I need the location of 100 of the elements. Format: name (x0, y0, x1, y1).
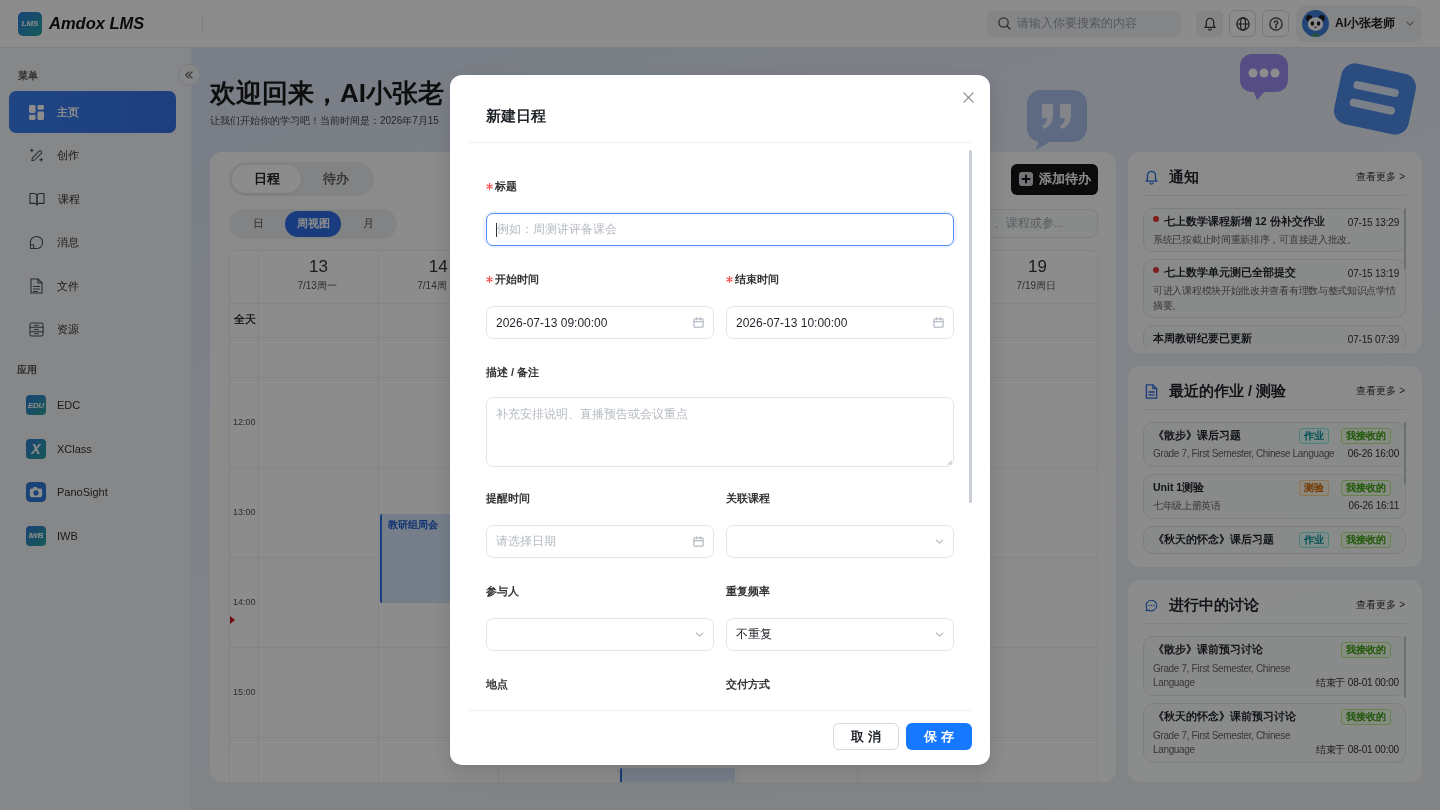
card-time: 07-15 07:39 (1347, 333, 1399, 345)
view-tab[interactable]: 月 (341, 210, 395, 237)
section-label: 应用 (17, 363, 37, 377)
language-button[interactable] (1229, 10, 1256, 37)
camera-icon (26, 482, 46, 502)
welcome-title: 欢迎回来，AI小张老 (210, 77, 444, 109)
nav-item[interactable]: IWB IWB (9, 514, 176, 557)
card-time: 结束于 08-01 00:00 (1315, 743, 1399, 757)
day-number: 14 (428, 256, 448, 277)
card-time: 07-15 13:19 (1347, 267, 1399, 279)
card-title: 本周教研纪要已更新 (1153, 332, 1253, 346)
chevron-down-icon (935, 632, 944, 637)
day-number: 19 (1028, 256, 1047, 277)
nav-item[interactable]: 消息 (9, 221, 176, 264)
search-icon (998, 17, 1011, 30)
time-label: 15:00 (232, 687, 256, 697)
nav-item[interactable]: 文件 (9, 265, 176, 307)
collapse-sidebar-button[interactable] (178, 64, 200, 86)
assignment-card[interactable]: 《秋天的怀念》课后习题 作业 我接收的 (1143, 526, 1406, 554)
assignment-card[interactable]: 《散步》课后习题 作业 我接收的 Grade 7, First Semester, Chinese Language 06-26 16:00 (1143, 422, 1406, 467)
day-number: 13 (308, 256, 328, 277)
time-label: 14:00 (232, 597, 256, 607)
nav-item[interactable]: 主页 (9, 91, 176, 133)
plus-icon (1018, 172, 1033, 186)
select-field[interactable]: 不重复 (726, 618, 954, 651)
tag: 测验 (1299, 480, 1329, 496)
nav-item[interactable]: 资源 (9, 308, 176, 351)
bell-icon (1145, 169, 1158, 185)
cancel-button[interactable]: 取 消 (833, 723, 899, 750)
app-logo: IWB (26, 525, 46, 546)
add-todo-button[interactable]: 添加待办 (1011, 163, 1098, 195)
discussion-card[interactable]: 《秋天的怀念》课前预习讨论 我接收的 Grade 7, First Semester, Chinese Language 结束于 08-01 00:00 (1143, 703, 1406, 763)
view-more-link[interactable]: 查看更多 > (1356, 384, 1406, 398)
card-time: 06-26 16:11 (1348, 499, 1399, 513)
tag: 我接收的 (1341, 642, 1391, 658)
chat-dots-icon (1145, 597, 1158, 613)
help-button[interactable] (1262, 10, 1289, 37)
scrollbar-thumb[interactable] (969, 150, 972, 503)
field-label: 结束时间 (735, 271, 779, 287)
tag: 作业 (1299, 532, 1329, 548)
field-label: 重复频率 (726, 583, 770, 599)
field-label: 提醒时间 (486, 490, 530, 506)
select-field[interactable] (726, 525, 954, 558)
app-logo: X (26, 438, 46, 459)
card-title: 七上数学单元测已全部提交 (1164, 266, 1297, 280)
view-tab[interactable]: 周视图 (285, 210, 341, 237)
nav-item[interactable]: 课程 (9, 178, 176, 220)
tab[interactable]: 日程 (232, 165, 301, 193)
pen-sparkle-icon (29, 148, 44, 163)
book-icon (29, 192, 45, 206)
save-button[interactable]: 保 存 (906, 723, 972, 750)
resize-handle-icon (947, 460, 952, 465)
calendar-icon (933, 317, 944, 328)
chevron-down-icon (935, 539, 944, 544)
panel-title: 最近的作业 / 测验 (1169, 381, 1287, 401)
field-label: 描述 / 备注 (486, 364, 540, 380)
cabinet-icon (29, 322, 44, 337)
tab[interactable]: 待办 (301, 165, 370, 193)
card-text: Grade 7, First Semester, Chinese Language (1153, 447, 1335, 461)
section-label: 菜单 (18, 69, 38, 83)
nav-item[interactable]: X XClass (9, 427, 176, 470)
dashboard-icon (29, 104, 44, 120)
user-menu[interactable]: AI小张老师 (1296, 5, 1422, 42)
tag: 我接收的 (1341, 532, 1391, 548)
day-label: 7/14周 (417, 279, 448, 292)
notice-card[interactable]: 七上数学单元测已全部提交 07-15 13:19 可进入课程模块开始批改并查看有理数与整式知识点学情摘要。 (1143, 259, 1406, 318)
nav-item[interactable]: EDU EDC (9, 384, 176, 426)
day-label: 7/19周日 (1016, 279, 1058, 292)
card-text: 可进入课程模块开始批改并查看有理数与整式知识点学情摘要。 (1153, 284, 1397, 313)
double-chevron-left-icon (185, 71, 193, 79)
time-label: 12:00 (232, 417, 256, 427)
calendar-icon (693, 536, 704, 547)
tag: 我接收的 (1341, 428, 1391, 444)
panel-title: 通知 (1169, 167, 1199, 187)
discussion-card[interactable]: 《散步》课前预习讨论 我接收的 Grade 7, First Semester, Chinese Language 结束于 08-01 00:00 (1143, 636, 1406, 696)
card-title: 七上数学课程新增 12 份补交作业 (1164, 215, 1326, 229)
field-label: 地点 (486, 676, 508, 692)
notice-card[interactable]: 七上数学课程新增 12 份补交作业 07-15 13:29 系统已按截止时间重新排序，可直接进入批改。 (1143, 208, 1406, 252)
card-title: 《散步》课后习题 (1153, 429, 1242, 443)
calendar-icon (693, 317, 704, 328)
date-field[interactable]: 2026-07-13 09:00:00 (486, 306, 714, 339)
app-title: Amdox LMS (49, 14, 145, 33)
view-more-link[interactable]: 查看更多 > (1356, 598, 1406, 612)
nav-item[interactable]: PanoSight (9, 471, 176, 513)
chevron-down-icon (695, 632, 704, 637)
card-time: 07-15 13:29 (1347, 216, 1399, 228)
view-more-link[interactable]: 查看更多 > (1356, 170, 1406, 184)
select-field[interactable] (486, 618, 714, 651)
date-field[interactable]: 2026-07-13 10:00:00 (726, 306, 954, 339)
view-tab[interactable]: 日 (231, 210, 285, 237)
field-label: 标题 (495, 178, 517, 194)
document-icon (1145, 383, 1158, 399)
speech-bubble-icon (29, 235, 44, 250)
card-title: 《秋天的怀念》课前预习讨论 (1153, 710, 1297, 724)
field-label: 交付方式 (726, 676, 770, 692)
notification-button[interactable] (1196, 10, 1223, 37)
nav-item[interactable]: 创作 (9, 134, 176, 177)
card-time: 06-26 16:00 (1347, 447, 1399, 461)
notice-card[interactable]: 本周教研纪要已更新 07-15 07:39 (1143, 325, 1406, 348)
bell-icon (1203, 16, 1216, 31)
